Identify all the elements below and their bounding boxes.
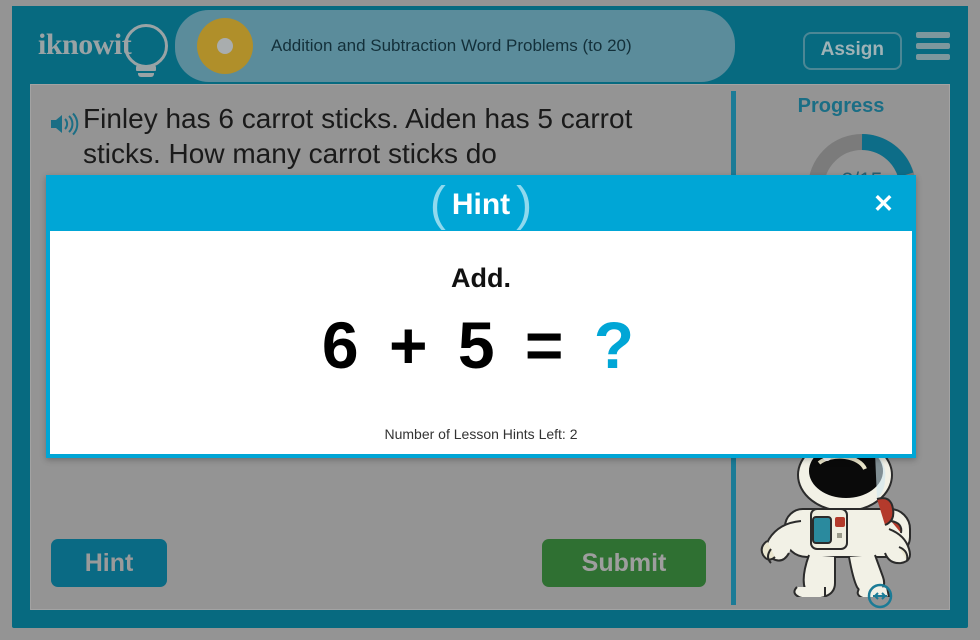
lightbulb-screw-icon: [138, 73, 154, 77]
equation-operator: +: [388, 308, 434, 382]
lightbulb-icon: [124, 24, 168, 68]
equation-left-operand: 6: [321, 308, 365, 382]
equation-equals-sign: =: [524, 308, 570, 382]
resize-horizontal-icon[interactable]: [867, 583, 893, 609]
decorative-close-paren: ): [516, 178, 533, 231]
menu-bar-2: [916, 43, 950, 49]
record-dot-icon: [197, 18, 253, 74]
record-dot-center: [217, 38, 233, 54]
hint-modal: ( Hint ) ✕ Add. 6 + 5 = ? Number of Less…: [46, 175, 916, 458]
logo-wordmark: iknowit: [38, 28, 132, 61]
hint-instruction: Add.: [451, 263, 511, 293]
equation-right-operand: 5: [457, 308, 501, 382]
lesson-title: Addition and Subtraction Word Problems (…: [271, 36, 632, 55]
lightbulb-base-icon: [136, 66, 156, 71]
hints-remaining-text: Number of Lesson Hints Left: 2: [384, 426, 578, 442]
hint-modal-body: Add. 6 + 5 = ? Number of Lesson Hints Le…: [50, 231, 912, 454]
hint-button[interactable]: Hint: [51, 539, 167, 587]
assign-button[interactable]: Assign: [802, 32, 902, 70]
hint-modal-title-wrap: ( Hint ): [424, 181, 538, 229]
iknowit-logo[interactable]: iknowit: [36, 20, 176, 77]
lesson-title-pill: Addition and Subtraction Word Problems (…: [175, 10, 735, 82]
hint-modal-header: ( Hint ) ✕: [50, 179, 912, 231]
hint-equation: 6 + 5 = ?: [50, 307, 912, 383]
hamburger-menu-icon[interactable]: [916, 32, 950, 62]
menu-bar-1: [916, 32, 950, 38]
equation-answer-placeholder: ?: [593, 308, 641, 382]
menu-bar-3: [916, 54, 950, 60]
hint-modal-title: Hint: [451, 188, 511, 221]
lesson-app-window: iknowit Addition and Subtraction Word Pr…: [12, 6, 968, 628]
astronaut-mascot: [760, 438, 911, 597]
decorative-open-paren: (: [429, 178, 446, 231]
speaker-audio-icon[interactable]: [49, 112, 79, 136]
question-prompt: Finley has 6 carrot sticks. Aiden has 5 …: [83, 103, 633, 169]
close-icon[interactable]: ✕: [873, 192, 894, 217]
app-header: iknowit Addition and Subtraction Word Pr…: [12, 6, 968, 84]
submit-button[interactable]: Submit: [542, 539, 706, 587]
progress-label: Progress: [797, 95, 885, 117]
